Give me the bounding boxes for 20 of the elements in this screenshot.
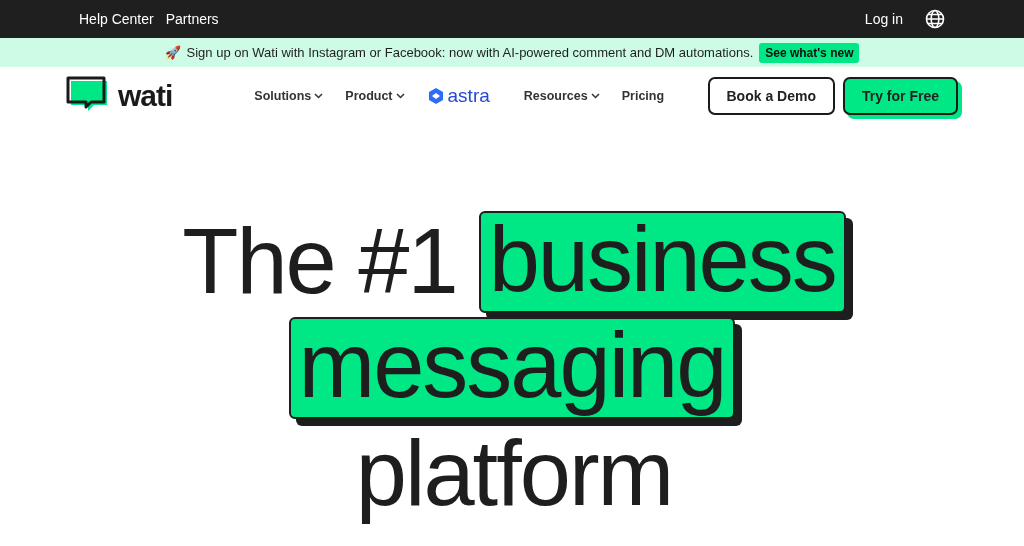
book-demo-button[interactable]: Book a Demo <box>707 77 835 115</box>
globe-icon[interactable] <box>925 9 945 29</box>
chevron-down-icon <box>590 93 600 99</box>
nav-dropdown[interactable]: Solutions <box>254 89 324 103</box>
nav-dropdown[interactable]: Product <box>345 89 405 103</box>
rocket-icon: 🚀 <box>164 45 181 60</box>
login-link[interactable]: Log in <box>864 11 903 27</box>
announcement-text: Sign up on Wati with Instagram or Facebook: now with AI-powered comment and DM automations. <box>186 45 754 60</box>
top-link[interactable]: Help Center <box>79 11 154 27</box>
hexagon-logo-icon <box>426 87 445 105</box>
chevron-down-icon <box>314 93 324 99</box>
nav-dropdown[interactable]: Resources <box>523 89 600 103</box>
headline-text: platform <box>354 422 673 526</box>
astra-link[interactable]: astra <box>426 85 490 107</box>
chevron-down-icon <box>395 93 405 99</box>
see-whats-new-link[interactable]: See what's new <box>759 42 860 63</box>
headline-text: The #1 <box>181 210 457 314</box>
top-link[interactable]: Partners <box>165 11 219 27</box>
nav-link[interactable]: Pricing <box>621 89 665 103</box>
logo-text[interactable]: wati <box>118 79 173 113</box>
